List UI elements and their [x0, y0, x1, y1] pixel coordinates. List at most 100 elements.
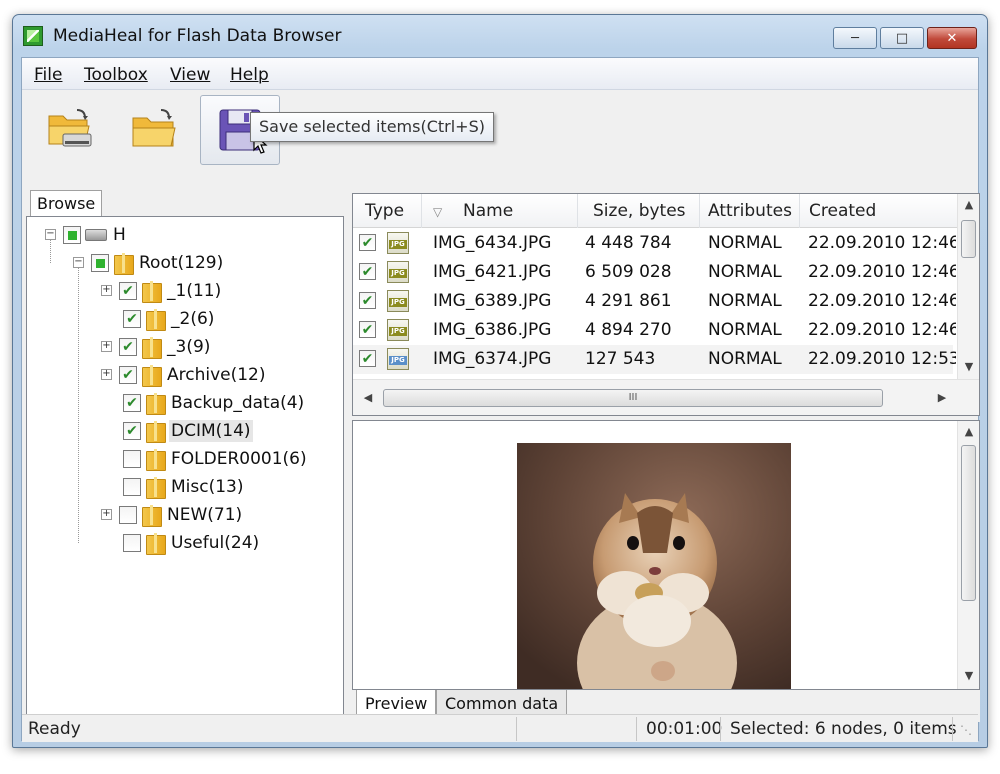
tree-checkbox[interactable] [91, 254, 109, 272]
column-size[interactable]: Size, bytes [593, 201, 686, 221]
table-row[interactable]: ✔ IMG_6421.JPG 6 509 028 NORMAL 22.09.20… [353, 258, 956, 287]
tree-checkbox[interactable] [63, 226, 81, 244]
expand-icon[interactable]: + [101, 369, 112, 380]
tree-checkbox[interactable] [123, 478, 141, 496]
menu-help[interactable]: Help [230, 65, 269, 85]
column-attributes[interactable]: Attributes [708, 201, 792, 221]
folder-icon [145, 449, 166, 471]
tree-node-folder[interactable]: + ✔ _1(11) [101, 279, 223, 303]
folder-icon [141, 505, 162, 527]
scroll-down-icon[interactable]: ▼ [958, 667, 979, 685]
column-separator [699, 194, 700, 228]
open-folder-button[interactable] [114, 95, 194, 165]
expand-icon[interactable]: + [101, 509, 112, 520]
tree-node-folder[interactable]: ✔ _2(6) [101, 307, 216, 331]
scroll-up-icon[interactable]: ▲ [958, 423, 979, 441]
menu-file[interactable]: File [34, 65, 62, 85]
column-created[interactable]: Created [809, 201, 876, 221]
tree-node-folder[interactable]: + ✔ Archive(12) [101, 363, 268, 387]
row-checkbox[interactable]: ✔ [359, 350, 376, 367]
tree-checkbox[interactable] [123, 534, 141, 552]
hscroll-thumb[interactable]: III [383, 389, 883, 407]
cell-attributes: NORMAL [708, 320, 782, 340]
table-row[interactable]: ✔ IMG_6389.JPG 4 291 861 NORMAL 22.09.20… [353, 287, 956, 316]
scroll-up-icon[interactable]: ▲ [958, 196, 979, 214]
tree-checkbox[interactable]: ✔ [119, 338, 137, 356]
jpg-file-icon [387, 319, 409, 341]
tree-node-drive[interactable]: − H [45, 223, 128, 247]
row-checkbox[interactable]: ✔ [359, 321, 376, 338]
collapse-icon[interactable]: − [73, 257, 84, 268]
table-row-selected[interactable]: ✔ IMG_6374.JPG 127 543 NORMAL 22.09.2010… [353, 345, 956, 374]
maximize-button[interactable]: □ [880, 27, 924, 49]
cell-created: 22.09.2010 12:46:1 [808, 320, 956, 340]
row-checkbox[interactable]: ✔ [359, 234, 376, 251]
cell-attributes: NORMAL [708, 349, 782, 369]
menu-view[interactable]: View [170, 65, 210, 85]
resize-grip-icon[interactable]: ⋱ [960, 723, 972, 737]
chipmunk-photo [517, 443, 791, 689]
table-row[interactable]: ✔ IMG_6434.JPG 4 448 784 NORMAL 22.09.20… [353, 229, 956, 258]
scroll-right-icon[interactable]: ▶ [931, 389, 953, 407]
app-window: MediaHeal for Flash Data Browser ─ □ ✕ F… [12, 14, 988, 748]
column-type[interactable]: Type [365, 201, 404, 221]
title-bar[interactable]: MediaHeal for Flash Data Browser ─ □ ✕ [13, 15, 987, 57]
cell-size: 4 894 270 [585, 320, 672, 340]
minimize-button[interactable]: ─ [833, 27, 877, 49]
status-bar: Ready 00:01:00 Selected: 6 nodes, 0 item… [22, 714, 978, 742]
open-drive-button[interactable] [30, 95, 110, 165]
tree-checkbox[interactable]: ✔ [119, 366, 137, 384]
tree-checkbox[interactable]: ✔ [123, 394, 141, 412]
tree-node-folder-selected[interactable]: ✔ DCIM(14) [101, 419, 253, 443]
scroll-left-icon[interactable]: ◀ [357, 389, 379, 407]
row-checkbox[interactable]: ✔ [359, 263, 376, 280]
cell-attributes: NORMAL [708, 233, 782, 253]
tree-node-folder[interactable]: + NEW(71) [101, 503, 244, 527]
preview-pane: ▲ ▼ [352, 420, 980, 690]
tree-node-label: NEW(71) [167, 505, 243, 525]
tree-checkbox[interactable]: ✔ [119, 282, 137, 300]
tree-node-folder[interactable]: + ✔ _3(9) [101, 335, 212, 359]
file-list-hscrollbar[interactable]: ◀ III ▶ [353, 379, 979, 415]
tree-node-label: H [113, 225, 126, 245]
cell-attributes: NORMAL [708, 291, 782, 311]
toolbar [22, 91, 978, 173]
vscroll-thumb[interactable] [961, 445, 976, 601]
tree-checkbox[interactable]: ✔ [123, 310, 141, 328]
column-separator [799, 194, 800, 228]
sort-arrow-icon: ▽ [433, 205, 443, 219]
file-list: Type ▽ Name Size, bytes Attributes Creat… [352, 193, 980, 416]
tree-checkbox[interactable] [123, 450, 141, 468]
tree-node-folder[interactable]: ✔ Backup_data(4) [101, 391, 306, 415]
tab-browse[interactable]: Browse [30, 190, 103, 218]
jpg-file-icon [387, 348, 409, 370]
jpg-file-icon [387, 290, 409, 312]
close-button[interactable]: ✕ [927, 27, 977, 49]
vscroll-thumb[interactable] [961, 220, 976, 258]
tree-node-root[interactable]: − Root(129) [73, 251, 225, 275]
cell-size: 6 509 028 [585, 262, 672, 282]
file-list-vscrollbar[interactable]: ▲ ▼ [957, 194, 979, 380]
expand-icon[interactable]: + [101, 285, 112, 296]
tree-node-folder[interactable]: Misc(13) [101, 475, 246, 499]
expand-icon[interactable]: + [101, 341, 112, 352]
folder-icon [145, 421, 166, 443]
save-tooltip: Save selected items(Ctrl+S) [250, 112, 494, 142]
minimize-icon: ─ [851, 30, 859, 46]
tree-checkbox[interactable]: ✔ [123, 422, 141, 440]
tree-checkbox[interactable] [119, 506, 137, 524]
open-folder-icon [132, 109, 176, 147]
collapse-icon[interactable]: − [45, 229, 56, 240]
column-name[interactable]: Name [463, 201, 513, 221]
scroll-down-icon[interactable]: ▼ [958, 358, 979, 376]
tree-node-folder[interactable]: Useful(24) [101, 531, 261, 555]
cell-size: 4 448 784 [585, 233, 672, 253]
app-logo-icon [23, 26, 43, 46]
table-row[interactable]: ✔ IMG_6386.JPG 4 894 270 NORMAL 22.09.20… [353, 316, 956, 345]
preview-vscrollbar[interactable]: ▲ ▼ [957, 421, 979, 689]
tree-node-folder[interactable]: FOLDER0001(6) [101, 447, 309, 471]
folder-icon [141, 281, 162, 303]
folder-icon [145, 533, 166, 555]
menu-toolbox[interactable]: Toolbox [84, 65, 148, 85]
row-checkbox[interactable]: ✔ [359, 292, 376, 309]
